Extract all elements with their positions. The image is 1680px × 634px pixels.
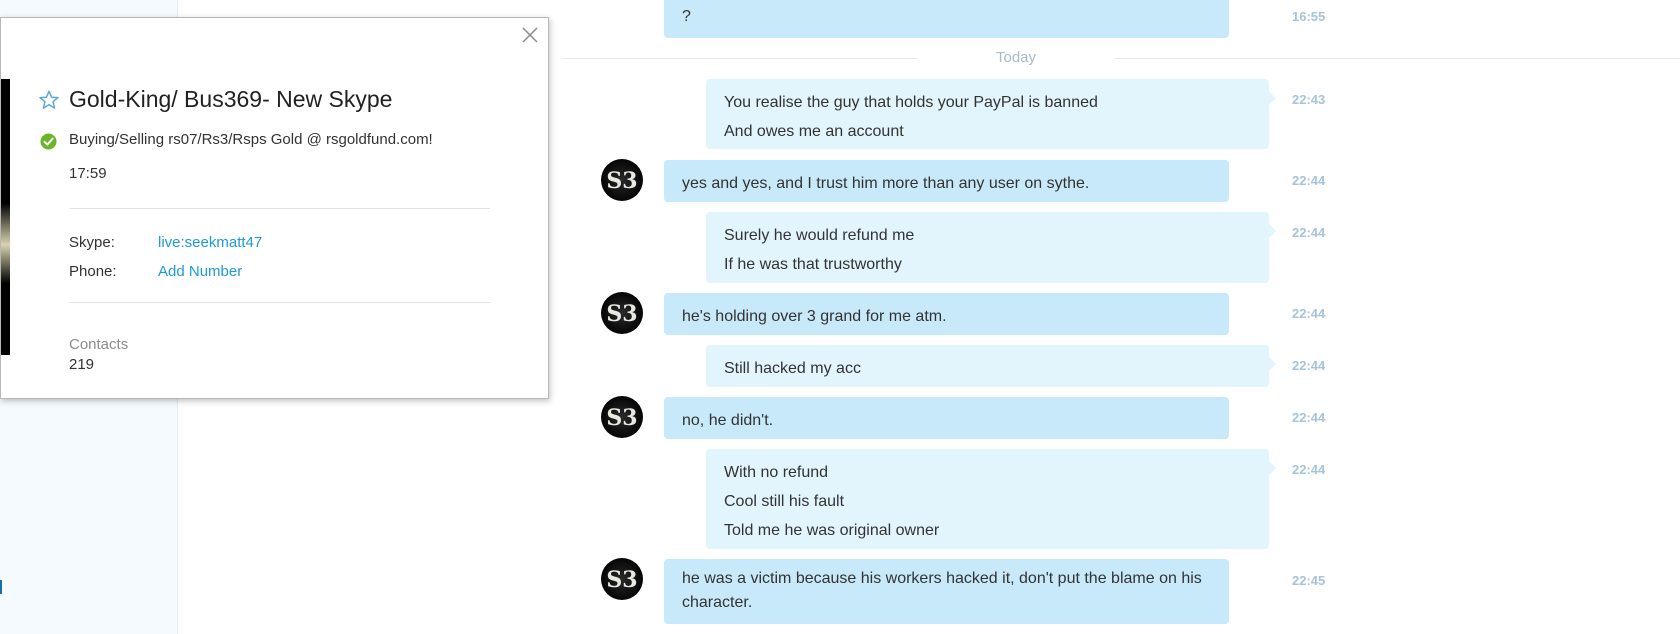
message-bubble-incoming[interactable]: ? <box>664 0 1229 38</box>
contacts-label: Contacts <box>69 336 129 353</box>
divider <box>69 208 490 209</box>
skype-label: Skype: <box>69 234 115 251</box>
favorite-button[interactable] <box>38 89 60 111</box>
svg-text:S3: S3 <box>606 567 637 593</box>
message-text: Cool still his fault <box>724 493 845 510</box>
contact-avatar[interactable]: S3 <box>601 396 643 438</box>
contact-avatar[interactable]: S3 <box>601 159 643 201</box>
message-text: Surely he would refund me <box>724 227 915 244</box>
message-bubble-outgoing[interactable]: You realise the guy that holds your PayP… <box>706 79 1276 149</box>
message-timestamp: 22:44 <box>1292 462 1326 477</box>
message-text: yes and yes, and I trust him more than a… <box>682 175 1090 192</box>
add-number-link[interactable]: Add Number <box>158 263 242 280</box>
online-status-icon <box>40 133 57 150</box>
star-outline-icon <box>39 90 59 109</box>
contact-avatar[interactable]: S3 <box>601 292 643 334</box>
message-text: If he was that trustworthy <box>724 256 902 273</box>
contact-avatar[interactable]: S3 <box>601 558 643 600</box>
message-text: Told me he was original owner <box>724 522 940 539</box>
message-text: And owes me an account <box>724 123 904 140</box>
local-time: 17:59 <box>69 165 107 182</box>
message-text: ? <box>682 8 691 25</box>
contact-display-name: Gold-King/ Bus369- New Skype <box>69 86 393 112</box>
message-text: no, he didn't. <box>682 412 774 429</box>
day-label: Today <box>917 49 1115 66</box>
close-button[interactable] <box>520 25 540 45</box>
skype-id-link[interactable]: live:seekmatt47 <box>158 234 262 251</box>
profile-photo <box>1 79 10 355</box>
divider <box>69 302 490 303</box>
sidebar-selection-marker <box>0 580 2 594</box>
phone-label: Phone: <box>69 263 117 280</box>
message-timestamp: 22:45 <box>1292 573 1326 588</box>
message-timestamp: 22:44 <box>1292 225 1326 240</box>
message-timestamp: 22:44 <box>1292 306 1326 321</box>
svg-text:S3: S3 <box>606 168 637 194</box>
svg-text:S3: S3 <box>606 301 637 327</box>
message-bubble-outgoing[interactable]: Still hacked my acc <box>706 345 1276 387</box>
message-text: Still hacked my acc <box>724 360 861 377</box>
contacts-count: 219 <box>69 356 95 373</box>
message-bubble-incoming[interactable]: yes and yes, and I trust him more than a… <box>664 160 1229 202</box>
mood-message: Buying/Selling rs07/Rs3/Rsps Gold @ rsgo… <box>69 131 433 148</box>
close-icon <box>522 27 538 43</box>
svg-text:S3: S3 <box>606 405 637 431</box>
message-timestamp: 22:44 <box>1292 173 1326 188</box>
message-timestamp: 22:44 <box>1292 410 1326 425</box>
message-text: he was a victim because his workers hack… <box>682 570 1202 611</box>
message-text: You realise the guy that holds your PayP… <box>724 94 1098 111</box>
message-text: he's holding over 3 grand for me atm. <box>682 308 947 325</box>
message-timestamp: 16:55 <box>1292 9 1326 24</box>
message-timestamp: 22:43 <box>1292 92 1326 107</box>
profile-card: Gold-King/ Bus369- New Skype Buying/Sell… <box>0 17 549 399</box>
day-divider <box>562 58 1680 59</box>
message-bubble-outgoing[interactable]: Surely he would refund me If he was that… <box>706 212 1276 283</box>
message-bubble-outgoing[interactable]: With no refund Cool still his fault Told… <box>706 449 1276 549</box>
message-bubble-incoming[interactable]: no, he didn't. <box>664 397 1229 439</box>
message-bubble-incoming[interactable]: he's holding over 3 grand for me atm. <box>664 293 1229 335</box>
message-bubble-incoming[interactable]: he was a victim because his workers hack… <box>664 559 1229 624</box>
message-text: With no refund <box>724 464 829 481</box>
message-timestamp: 22:44 <box>1292 358 1326 373</box>
